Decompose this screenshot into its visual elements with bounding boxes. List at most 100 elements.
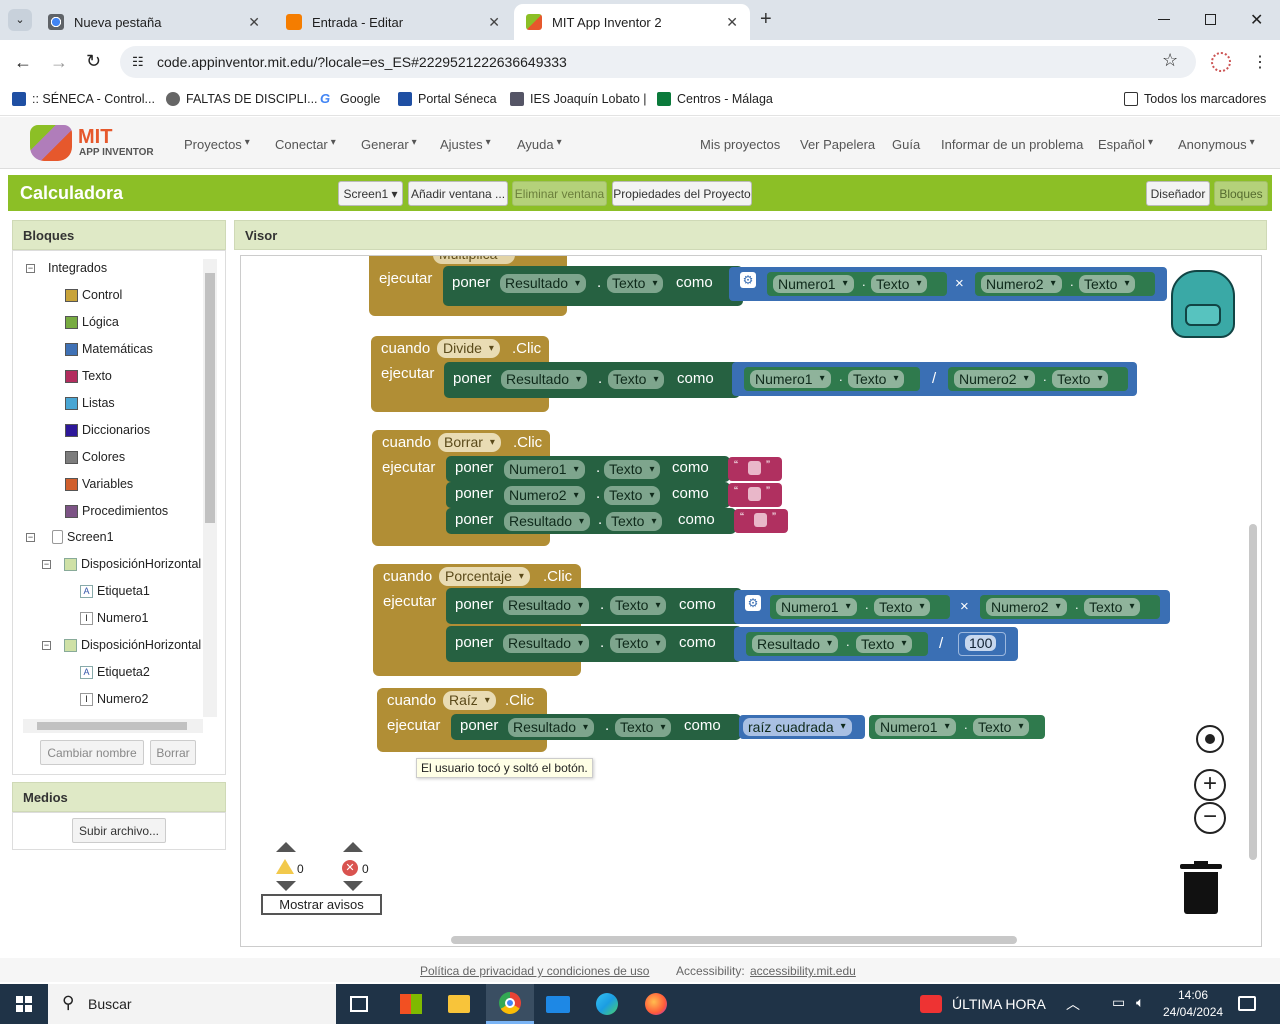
network-icon[interactable]: ▭ — [1112, 994, 1125, 1011]
empty-text-block[interactable]: “” — [728, 457, 782, 481]
warnings-prev-icon[interactable] — [276, 842, 296, 852]
menu-generar[interactable]: Generar — [361, 137, 423, 152]
tree-scrollbar[interactable] — [203, 259, 217, 717]
back-icon[interactable]: ← — [14, 52, 32, 73]
collapse-icon[interactable]: − — [42, 641, 51, 650]
link-guia[interactable]: Guía — [892, 137, 920, 152]
math-divide-block[interactable]: Numero1.Texto / Numero2.Texto — [732, 362, 1137, 396]
trash-icon[interactable] — [1180, 861, 1222, 914]
category-item[interactable]: Colores — [65, 450, 125, 464]
url-text[interactable]: code.appinventor.mit.edu/?locale=es_ES#2… — [157, 54, 567, 70]
backpack-icon[interactable] — [1171, 270, 1235, 338]
accessibility-link[interactable]: accessibility.mit.edu — [750, 964, 856, 978]
upload-file-button[interactable]: Subir archivo... — [72, 818, 166, 843]
menu-ayuda[interactable]: Ayuda — [517, 137, 568, 152]
tree-numero2[interactable]: I Numero2 — [80, 692, 148, 706]
link-ver-papelera[interactable]: Ver Papelera — [800, 137, 875, 152]
bookmark-faltas[interactable]: FALTAS DE DISCIPLI... — [166, 92, 318, 106]
component-getter[interactable]: Numero1.Texto — [744, 367, 920, 391]
category-item[interactable]: Variables — [65, 477, 133, 491]
collapse-icon[interactable]: − — [26, 264, 35, 273]
tree-numero1[interactable]: I Numero1 — [80, 611, 148, 625]
component-dropdown[interactable]: Resultado — [500, 274, 587, 293]
menu-ajustes[interactable]: Ajustes — [440, 137, 497, 152]
errors-prev-icon[interactable] — [343, 842, 363, 852]
set-block[interactable]: poner Resultado . Texto como — [444, 362, 740, 398]
tab-entrada-editar[interactable]: Entrada - Editar ✕ — [274, 4, 512, 40]
clock-time[interactable]: 14:06 — [1178, 988, 1208, 1002]
screen-select[interactable]: Screen1 ▾ — [338, 181, 403, 206]
math-multiply-block[interactable]: ⚙ Numero1.Texto × Numero2.Texto — [729, 267, 1167, 301]
show-warnings-button[interactable]: Mostrar avisos — [261, 894, 382, 915]
component-dropdown[interactable]: Raíz — [443, 691, 496, 710]
set-block[interactable]: poner Resultado . Texto como — [446, 588, 742, 624]
collapse-icon[interactable]: − — [42, 560, 51, 569]
errors-next-icon[interactable] — [343, 881, 363, 891]
component-getter[interactable]: Numero2.Texto — [980, 595, 1160, 619]
category-item[interactable]: Procedimientos — [65, 504, 168, 518]
news-label[interactable]: ÚLTIMA HORA — [952, 996, 1046, 1012]
close-window-icon[interactable]: ✕ — [1250, 10, 1263, 30]
collapse-icon[interactable]: − — [26, 533, 35, 542]
windows-start-icon[interactable] — [16, 996, 32, 1012]
notifications-icon[interactable] — [1238, 996, 1256, 1011]
close-icon[interactable]: ✕ — [726, 14, 738, 31]
category-item[interactable]: Control — [65, 288, 122, 302]
zoom-out-icon[interactable]: − — [1194, 802, 1226, 834]
math-multiply-block[interactable]: ⚙ Numero1.Texto × Numero2.Texto — [734, 590, 1170, 624]
forward-icon[interactable]: → — [50, 52, 68, 73]
bookmark-google[interactable]: G Google — [320, 92, 380, 107]
tree-etiqueta2[interactable]: A Etiqueta2 — [80, 665, 150, 679]
menu-usuario[interactable]: Anonymous — [1178, 137, 1261, 152]
add-screen-button[interactable]: Añadir ventana ... — [408, 181, 508, 206]
rename-button[interactable]: Cambiar nombre — [40, 740, 144, 765]
close-icon[interactable]: ✕ — [248, 14, 260, 31]
gear-icon[interactable]: ⚙ — [745, 595, 761, 611]
bookmark-seneca[interactable]: :: SÉNECA - Control... — [12, 92, 155, 106]
tree-etiqueta1[interactable]: A Etiqueta1 — [80, 584, 150, 598]
component-getter[interactable]: Resultado.Texto — [746, 632, 928, 656]
reload-icon[interactable]: ↻ — [86, 51, 101, 72]
category-item[interactable]: Matemáticas — [65, 342, 153, 356]
profile-icon[interactable] — [1211, 52, 1231, 72]
tab-nueva-pestana[interactable]: Nueva pestaña ✕ — [36, 4, 272, 40]
mail-icon[interactable] — [546, 996, 570, 1013]
number-block[interactable]: 100 — [958, 632, 1006, 656]
file-explorer-icon[interactable] — [448, 995, 470, 1013]
tray-chevron-icon[interactable]: ︿ — [1066, 994, 1080, 1014]
set-block[interactable]: poner Numero1 . Texto como — [446, 456, 730, 482]
task-view-icon[interactable] — [350, 996, 368, 1012]
tree-screen1[interactable]: Screen1 — [52, 530, 114, 544]
set-block[interactable]: poner Resultado . Texto como — [451, 714, 741, 740]
property-dropdown[interactable]: Texto — [607, 274, 664, 293]
menu-idioma[interactable]: Español — [1098, 137, 1159, 152]
sqrt-block[interactable]: raíz cuadrada — [739, 715, 865, 739]
component-getter[interactable]: Numero1.Texto — [770, 595, 950, 619]
zoom-in-icon[interactable]: + — [1194, 769, 1226, 801]
component-dropdown[interactable]: Borrar — [438, 433, 501, 452]
component-getter[interactable]: Numero2.Texto — [975, 272, 1155, 296]
workspace-hscrollbar[interactable] — [451, 936, 1017, 944]
math-function-dropdown[interactable]: raíz cuadrada — [743, 718, 852, 736]
category-item[interactable]: Listas — [65, 396, 115, 410]
tree-disposicion-1[interactable]: DisposiciónHorizontal — [64, 557, 201, 571]
site-info-icon[interactable]: ☷ — [132, 54, 144, 70]
workspace-vscrollbar[interactable] — [1249, 524, 1257, 860]
bookmark-ies[interactable]: IES Joaquín Lobato | — [510, 92, 647, 106]
set-block[interactable]: poner Resultado . Texto como — [443, 266, 743, 306]
set-block[interactable]: poner Resultado . Texto como — [446, 626, 742, 662]
component-getter[interactable]: Numero2.Texto — [948, 367, 1128, 391]
new-tab-button[interactable]: + — [760, 8, 772, 31]
taskbar-search[interactable]: ⚲ Buscar — [48, 984, 336, 1024]
news-icon[interactable] — [920, 995, 942, 1013]
bookmark-centros[interactable]: Centros - Málaga — [657, 92, 773, 106]
star-icon[interactable]: ☆ — [1162, 50, 1178, 71]
chrome-taskbar-icon[interactable] — [486, 984, 534, 1024]
menu-kebab-icon[interactable]: ⋮ — [1252, 52, 1268, 72]
app-inventor-logo-icon[interactable] — [30, 125, 72, 161]
math-divide-block[interactable]: Resultado.Texto / 100 — [734, 627, 1018, 661]
delete-button[interactable]: Borrar — [150, 740, 196, 765]
volume-icon[interactable]: 🔈︎ — [1136, 994, 1144, 1011]
tree-integrados[interactable]: Integrados — [48, 261, 107, 275]
close-icon[interactable]: ✕ — [488, 14, 500, 31]
